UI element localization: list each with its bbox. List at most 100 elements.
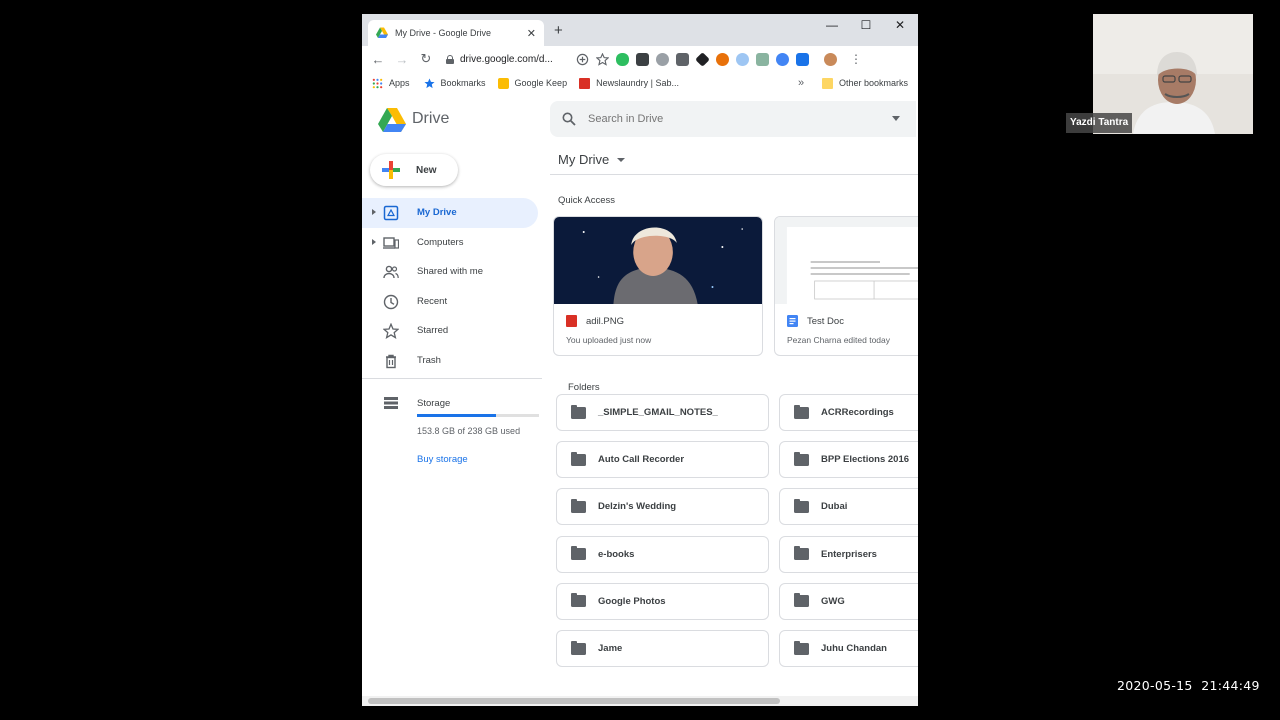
reload-icon[interactable]: ↻: [414, 51, 438, 67]
extensions-row: ⋮: [576, 51, 862, 67]
forward-icon[interactable]: →: [390, 52, 414, 67]
bookmark-bookmarks-label: Bookmarks: [440, 78, 486, 88]
folder-icon: [571, 640, 586, 655]
sidebar-item-trash[interactable]: Trash: [362, 346, 542, 376]
folder-bookmark-icon: [821, 77, 833, 89]
folder-item[interactable]: Juhu Chandan: [779, 630, 918, 667]
sidebar-item-label: Shared with me: [417, 266, 484, 277]
new-tab-button[interactable]: +: [554, 23, 563, 39]
folder-item[interactable]: Delzin's Wedding: [556, 488, 769, 526]
storage-label[interactable]: Storage: [417, 398, 450, 409]
close-window-icon[interactable]: ✕: [890, 18, 910, 32]
folder-item[interactable]: e-books: [556, 535, 769, 573]
file-name: Test Doc: [787, 315, 844, 327]
browser-window: My Drive - Google Drive ✕ + — ☐ ✕ ← → ↻ …: [362, 14, 918, 706]
minimize-icon[interactable]: —: [822, 18, 842, 32]
folder-item[interactable]: Google Photos: [556, 582, 769, 620]
bookmarks-overflow-icon[interactable]: »: [798, 77, 804, 89]
folder-name: ACRRecordings: [821, 407, 894, 418]
tab-strip: My Drive - Google Drive ✕ + — ☐ ✕: [362, 14, 918, 46]
breadcrumb[interactable]: My Drive: [558, 152, 626, 167]
maximize-icon[interactable]: ☐: [856, 18, 876, 32]
bookmarks-bar: Apps Bookmarks Google Keep Newslaundry |…: [362, 72, 918, 94]
horizontal-scrollbar[interactable]: [362, 696, 918, 706]
sidebar-item-computers[interactable]: Computers: [362, 228, 542, 258]
quick-access-card[interactable]: adil.PNG You uploaded just now: [553, 216, 763, 356]
folder-item[interactable]: Jame: [556, 630, 769, 667]
expand-arrow-icon[interactable]: [372, 209, 376, 215]
green-extension-icon[interactable]: [756, 52, 769, 66]
sidebar-item-my-drive[interactable]: My Drive: [362, 198, 538, 228]
trash-icon: [386, 354, 396, 368]
folder-icon: [571, 498, 586, 513]
shield-extension-icon[interactable]: [676, 52, 689, 66]
folder-icon: [794, 546, 809, 561]
search-input[interactable]: [588, 113, 868, 125]
expand-arrow-icon[interactable]: [372, 238, 376, 245]
evernote-extension-icon[interactable]: [616, 52, 629, 66]
folder-item[interactable]: BPP Elections 2016: [779, 441, 918, 479]
apps-grid-icon: [372, 78, 383, 88]
folder-item[interactable]: ACRRecordings: [779, 394, 918, 431]
folder-item[interactable]: Auto Call Recorder: [556, 441, 769, 479]
sidebar-item-recent[interactable]: Recent: [362, 287, 542, 317]
browser-menu-icon[interactable]: ⋮: [850, 52, 862, 66]
clock-icon: [383, 294, 399, 309]
folder-item[interactable]: Enterprisers: [779, 535, 918, 573]
drive-logo-icon: [378, 108, 406, 132]
sidebar-item-starred[interactable]: Starred: [362, 316, 542, 346]
search-bar[interactable]: [550, 101, 916, 137]
chevron-down-icon: [617, 157, 626, 162]
back-icon[interactable]: ←: [366, 52, 390, 67]
folder-item[interactable]: GWG: [779, 582, 918, 620]
new-button[interactable]: New: [370, 154, 458, 186]
folder-name: _SIMPLE_GMAIL_NOTES_: [598, 407, 718, 418]
folder-icon: [794, 593, 809, 608]
orange-extension-icon[interactable]: [716, 52, 729, 66]
folder-item[interactable]: _SIMPLE_GMAIL_NOTES_: [556, 394, 769, 431]
profile-avatar-icon[interactable]: [824, 52, 837, 66]
screen: My Drive - Google Drive ✕ + — ☐ ✕ ← → ↻ …: [0, 0, 1280, 720]
tab-close-icon[interactable]: ✕: [527, 27, 536, 40]
sidebar-item-shared-with-me[interactable]: Shared with me: [362, 257, 542, 287]
blue-cloud-extension-icon[interactable]: [736, 52, 749, 66]
cloud-extension-icon[interactable]: [656, 52, 669, 66]
doc-thumbnail: [775, 217, 918, 304]
search-options-icon[interactable]: [892, 116, 900, 121]
keep-icon: [497, 77, 509, 89]
quick-access-label: Quick Access: [558, 195, 616, 206]
folder-item[interactable]: Dubai: [779, 488, 918, 526]
quick-access-card[interactable]: Test Doc Pezan Charna edited today: [774, 216, 918, 356]
folder-icon: [571, 546, 586, 561]
keyboard-extension-icon[interactable]: [636, 52, 649, 66]
plus-icon: [382, 161, 400, 179]
search-icon[interactable]: [562, 112, 576, 126]
other-bookmarks[interactable]: Other bookmarks: [821, 77, 908, 89]
add-icon[interactable]: [576, 53, 589, 66]
folder-name: Dubai: [821, 501, 848, 513]
drive-app-name: Drive: [412, 110, 450, 127]
bookmark-bookmarks[interactable]: Bookmarks: [423, 77, 486, 89]
drive-favicon-icon: [376, 27, 388, 38]
bookmark-google-keep[interactable]: Google Keep: [497, 77, 567, 89]
sidebar-divider: [362, 378, 542, 379]
sidebar-item-label: Recent: [417, 295, 448, 307]
tab-my-drive[interactable]: My Drive - Google Drive ✕: [368, 20, 544, 46]
url-text: drive.google.com/d...: [460, 53, 553, 65]
bookmark-newslaundry[interactable]: Newslaundry | Sab...: [579, 77, 679, 89]
bookmark-apps[interactable]: Apps: [372, 78, 410, 89]
file-activity: Pezan Charna edited today: [787, 335, 891, 345]
buy-storage-link[interactable]: Buy storage: [417, 454, 468, 465]
m-extension-icon[interactable]: [796, 52, 809, 66]
star-outline-icon: [383, 323, 399, 339]
blue-extension-icon[interactable]: [776, 52, 789, 66]
folder-icon: [794, 451, 809, 466]
folder-name: Juhu Chandan: [821, 643, 887, 654]
folder-name: Jame: [598, 643, 623, 654]
layers-extension-icon[interactable]: [695, 51, 710, 67]
folders-label: Folders: [568, 382, 600, 393]
scrollbar-thumb[interactable]: [368, 698, 780, 704]
folder-icon: [571, 451, 586, 466]
breadcrumb-label: My Drive: [558, 152, 610, 167]
star-bookmark-icon[interactable]: [596, 52, 609, 66]
